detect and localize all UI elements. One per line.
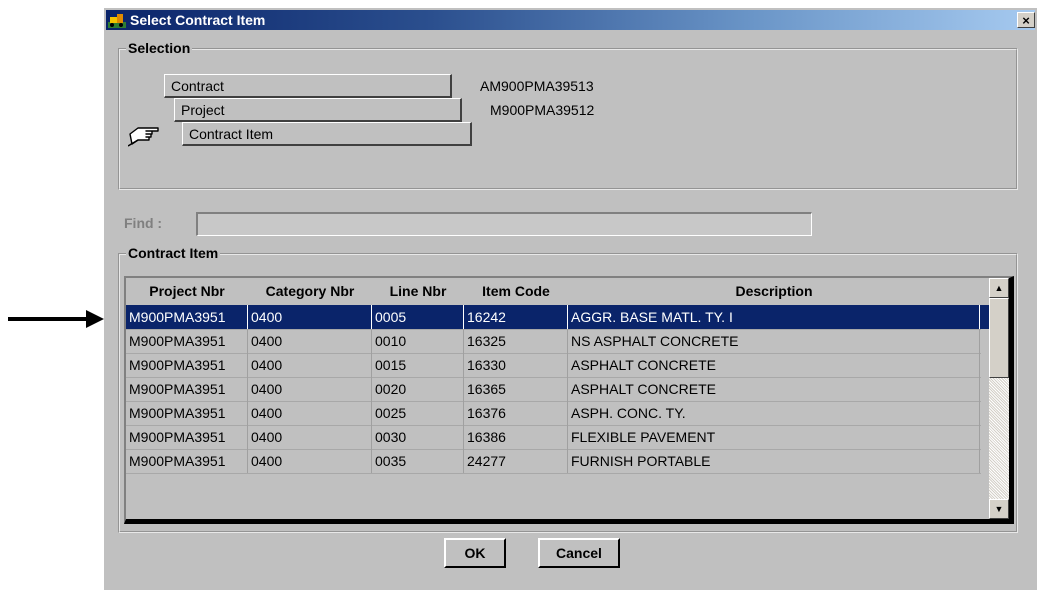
item-code-cell: 16376 xyxy=(464,401,568,425)
table-row[interactable]: M900PMA3951 0400 0030 16386 FLEXIBLE PAVEMEN… xyxy=(126,425,991,449)
description-cell: FURNISH PORTABLE xyxy=(568,449,980,473)
ok-button[interactable]: OK xyxy=(444,538,506,568)
column-header-item-code[interactable]: Item Code xyxy=(464,278,568,304)
window-title: Select Contract Item xyxy=(130,12,266,28)
line-nbr-cell: 0025 xyxy=(372,401,464,425)
line-nbr-cell: 0005 xyxy=(372,305,464,329)
contract-value: AM900PMA39513 xyxy=(480,78,594,94)
scroll-down-icon[interactable]: ▼ xyxy=(989,499,1009,519)
category-nbr-cell: 0400 xyxy=(248,377,372,401)
app-icon xyxy=(108,14,126,28)
item-code-cell: 16242 xyxy=(464,305,568,329)
contract-item-group-title: Contract Item xyxy=(126,245,221,261)
title-bar[interactable]: Select Contract Item × xyxy=(106,10,1035,30)
select-contract-item-dialog: Select Contract Item × Selection Contrac… xyxy=(104,8,1037,590)
item-code-cell: 16325 xyxy=(464,329,568,353)
project-nbr-cell: M900PMA3951 xyxy=(126,425,248,449)
find-input[interactable] xyxy=(196,212,812,236)
line-nbr-cell: 0010 xyxy=(372,329,464,353)
table-row[interactable]: M900PMA3951 0400 0035 24277 FURNISH PORTABLE xyxy=(126,449,991,473)
project-nbr-cell: M900PMA3951 xyxy=(126,353,248,377)
project-nbr-cell: M900PMA3951 xyxy=(126,449,248,473)
item-code-cell: 16386 xyxy=(464,425,568,449)
grid-header: Project Nbr Category Nbr Line Nbr Item C… xyxy=(126,278,991,304)
line-nbr-cell: 0015 xyxy=(372,353,464,377)
selection-group: Selection Contract AM900PMA39513 Project… xyxy=(118,40,1018,190)
contract-button-label: Contract xyxy=(171,78,224,94)
description-cell: AGGR. BASE MATL. TY. I xyxy=(568,305,980,329)
category-nbr-cell: 0400 xyxy=(248,401,372,425)
project-button[interactable]: Project xyxy=(174,98,462,122)
table-row[interactable]: M900PMA3951 0400 0015 16330 ASPHALT CONCRETE xyxy=(126,353,991,377)
column-header-category-nbr[interactable]: Category Nbr xyxy=(248,278,372,304)
line-nbr-cell: 0020 xyxy=(372,377,464,401)
description-cell: ASPH. CONC. TY. xyxy=(568,401,980,425)
project-nbr-cell: M900PMA3951 xyxy=(126,329,248,353)
column-header-description[interactable]: Description xyxy=(568,278,980,304)
description-cell: ASPHALT CONCRETE xyxy=(568,377,980,401)
table-row[interactable]: M900PMA3951 0400 0010 16325 NS ASPHALT CONCR… xyxy=(126,329,991,353)
table-row[interactable]: M900PMA3951 0400 0020 16365 ASPHALT CONCRETE xyxy=(126,377,991,401)
close-button[interactable]: × xyxy=(1017,12,1035,28)
category-nbr-cell: 0400 xyxy=(248,329,372,353)
column-header-project-nbr[interactable]: Project Nbr xyxy=(126,278,248,304)
table-row[interactable]: M900PMA3951 0400 0005 16242 AGGR. BASE MATL.… xyxy=(126,305,991,329)
row-divider xyxy=(126,473,981,474)
find-label: Find : xyxy=(124,215,163,231)
selection-group-title: Selection xyxy=(126,40,193,56)
line-nbr-cell: 0030 xyxy=(372,425,464,449)
project-button-label: Project xyxy=(181,102,225,118)
project-value: M900PMA39512 xyxy=(490,102,595,118)
table-row[interactable]: M900PMA3951 0400 0025 16376 ASPH. CONC. TY. xyxy=(126,401,991,425)
description-cell: FLEXIBLE PAVEMENT xyxy=(568,425,980,449)
scroll-thumb[interactable] xyxy=(989,298,1009,378)
contract-item-button-label: Contract Item xyxy=(189,126,274,142)
contract-item-grid[interactable]: Project Nbr Category Nbr Line Nbr Item C… xyxy=(124,276,1014,524)
description-cell: ASPHALT CONCRETE xyxy=(568,353,980,377)
category-nbr-cell: 0400 xyxy=(248,305,372,329)
contract-button[interactable]: Contract xyxy=(164,74,452,98)
category-nbr-cell: 0400 xyxy=(248,449,372,473)
column-header-line-nbr[interactable]: Line Nbr xyxy=(372,278,464,304)
vertical-scrollbar[interactable]: ▲ ▼ xyxy=(989,278,1009,519)
category-nbr-cell: 0400 xyxy=(248,425,372,449)
cancel-button[interactable]: Cancel xyxy=(538,538,620,568)
contract-item-button[interactable]: Contract Item xyxy=(182,122,472,146)
project-nbr-cell: M900PMA3951 xyxy=(126,377,248,401)
line-nbr-cell: 0035 xyxy=(372,449,464,473)
item-code-cell: 16330 xyxy=(464,353,568,377)
description-cell: NS ASPHALT CONCRETE xyxy=(568,329,980,353)
pointing-hand-icon xyxy=(128,127,159,147)
pointer-arrow-icon xyxy=(8,310,104,328)
project-nbr-cell: M900PMA3951 xyxy=(126,305,248,329)
scroll-up-icon[interactable]: ▲ xyxy=(989,278,1009,298)
item-code-cell: 16365 xyxy=(464,377,568,401)
project-nbr-cell: M900PMA3951 xyxy=(126,401,248,425)
item-code-cell: 24277 xyxy=(464,449,568,473)
category-nbr-cell: 0400 xyxy=(248,353,372,377)
